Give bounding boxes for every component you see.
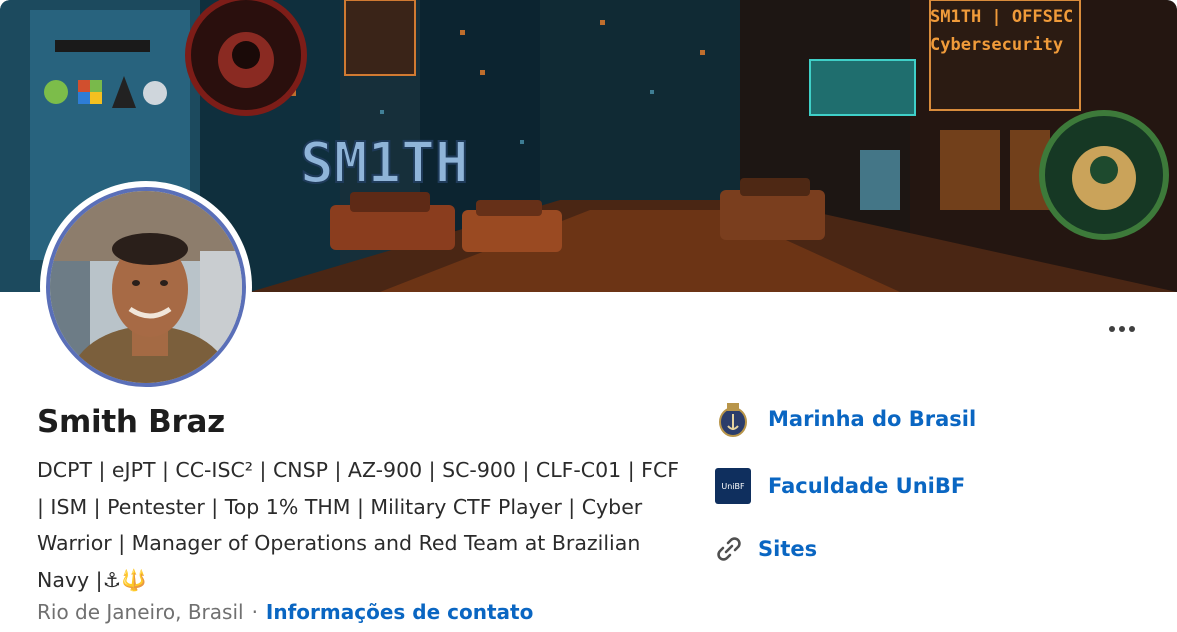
profile-card: SM1TH SM1TH | OFFSEC Cybersecurity Smith… xyxy=(0,0,1177,632)
unibf-logo-text: UniBF xyxy=(721,481,745,491)
link-icon xyxy=(714,530,744,568)
banner-corner-line2: Cybersecurity xyxy=(930,35,1063,55)
org-label: Faculdade UniBF xyxy=(768,474,966,498)
profile-name: Smith Braz xyxy=(37,404,225,440)
banner-corner-line1: SM1TH | OFFSEC xyxy=(930,7,1073,27)
org-label: Marinha do Brasil xyxy=(768,407,977,431)
unibf-logo-icon: UniBF xyxy=(714,467,752,505)
org-faculdade-unibf[interactable]: UniBF Faculdade UniBF xyxy=(714,467,965,505)
profile-location-line: Rio de Janeiro, Brasil · Informações de co… xyxy=(37,600,533,624)
profile-avatar[interactable] xyxy=(40,181,252,393)
location-separator: · xyxy=(251,600,258,624)
sites-link[interactable]: Sites xyxy=(714,530,817,568)
profile-location: Rio de Janeiro, Brasil xyxy=(37,600,244,624)
org-marinha-do-brasil[interactable]: Marinha do Brasil xyxy=(714,400,976,438)
sites-label: Sites xyxy=(758,537,818,561)
more-options-button[interactable] xyxy=(1100,312,1144,346)
banner-title: SM1TH xyxy=(300,131,469,196)
contact-info-link[interactable]: Informações de contato xyxy=(266,600,533,624)
avatar-photo xyxy=(46,187,246,387)
more-options-dot xyxy=(1119,326,1125,332)
more-options-dot xyxy=(1129,326,1135,332)
navy-crest-icon xyxy=(714,400,752,438)
profile-headline: DCPT | eJPT | CC-ISC² | CNSP | AZ-900 | … xyxy=(37,458,680,592)
more-options-icon xyxy=(1109,326,1115,332)
